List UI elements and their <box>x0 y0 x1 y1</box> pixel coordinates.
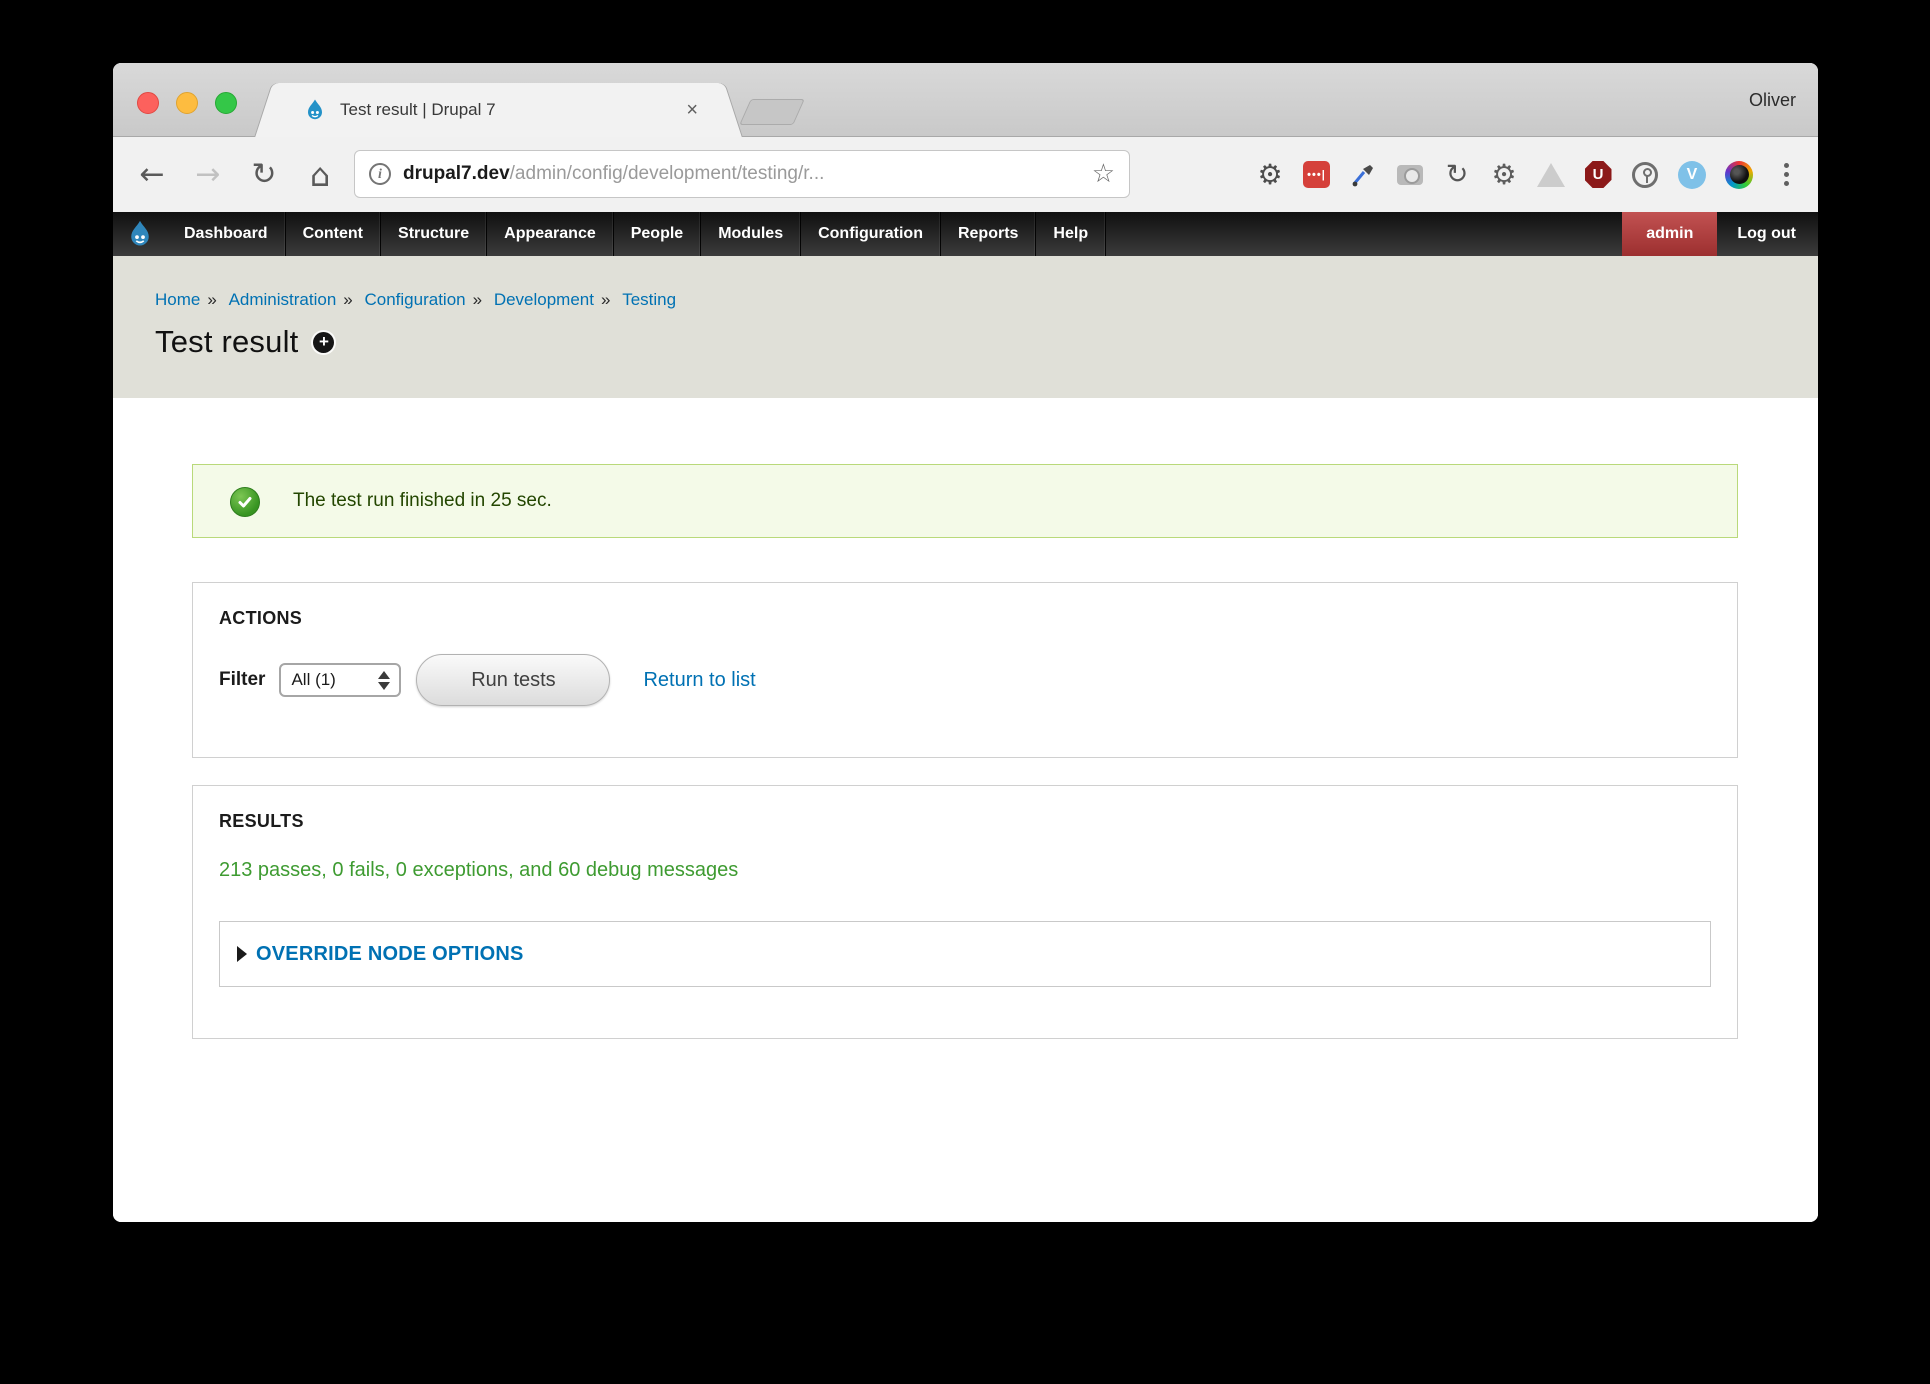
url-text[interactable]: drupal7.dev/admin/config/development/tes… <box>403 163 1080 185</box>
results-legend: RESULTS <box>219 811 1711 832</box>
breadcrumb-link[interactable]: Testing <box>622 290 676 309</box>
admin-menu-item[interactable]: Help <box>1036 212 1106 256</box>
admin-menu-item[interactable]: Dashboard <box>167 212 286 256</box>
reload-icon[interactable]: ↻ <box>247 157 281 192</box>
tab-title: Test result | Drupal 7 <box>340 100 686 120</box>
actions-fieldset: ACTIONS Filter All (1) Run tests Return … <box>192 582 1738 758</box>
ublock-origin-extension-icon[interactable]: U <box>1584 161 1612 189</box>
admin-menu-item[interactable]: Reports <box>941 212 1036 256</box>
admin-menu-item[interactable]: Content <box>286 212 381 256</box>
status-ok-icon <box>230 487 260 517</box>
browser-window: Test result | Drupal 7 × Oliver ← → ↻ ⌂ … <box>113 63 1818 1222</box>
desktop-backdrop: { "browser": { "user_label": "Oliver", "… <box>0 0 1930 1384</box>
breadcrumb-link[interactable]: Home <box>155 290 200 309</box>
toolbar-spacer <box>1106 212 1622 256</box>
test-pass-summary: 213 passes, 0 fails, 0 exceptions, and 6… <box>219 859 1711 882</box>
browser-menu-icon[interactable] <box>1772 161 1800 189</box>
drupal-logo-icon[interactable] <box>113 212 167 256</box>
page-header: Home » Administration » Configuration » Dev… <box>113 256 1818 398</box>
forward-icon: → <box>191 157 225 192</box>
breadcrumb-item: Administration » <box>229 290 360 309</box>
breadcrumb-separator: » <box>207 290 216 309</box>
filter-select[interactable]: All (1) <box>279 663 401 697</box>
zoom-window-button[interactable] <box>215 92 237 114</box>
collapsed-fieldset: OVERRIDE NODE OPTIONS <box>219 921 1711 987</box>
lastpass-extension-icon[interactable]: •••| <box>1303 161 1330 188</box>
account-link[interactable]: admin <box>1622 212 1717 256</box>
filter-label: Filter <box>219 669 265 691</box>
address-bar[interactable]: i drupal7.dev/admin/config/development/t… <box>354 150 1130 198</box>
breadcrumb-separator: » <box>473 290 482 309</box>
color-picker-extension-icon[interactable] <box>1349 161 1377 189</box>
close-tab-icon[interactable]: × <box>686 100 698 120</box>
return-to-list-link[interactable]: Return to list <box>643 669 755 692</box>
browser-profile-name[interactable]: Oliver <box>1749 90 1796 111</box>
breadcrumb-item: Testing» <box>622 290 676 309</box>
url-host: drupal7.dev <box>403 163 510 184</box>
results-fieldset: RESULTS 213 passes, 0 fails, 0 exception… <box>192 785 1738 1039</box>
breadcrumb-separator: » <box>601 290 610 309</box>
admin-menu-item[interactable]: Configuration <box>801 212 941 256</box>
close-window-button[interactable] <box>137 92 159 114</box>
home-icon[interactable]: ⌂ <box>303 156 337 194</box>
admin-menu-item[interactable]: Structure <box>381 212 487 256</box>
actions-legend: ACTIONS <box>219 608 1711 629</box>
tab-sync-extension-icon[interactable]: ↻ <box>1443 161 1471 189</box>
status-message-text: The test run finished in 25 sec. <box>293 490 552 512</box>
override-node-options-link[interactable]: OVERRIDE NODE OPTIONS <box>256 943 524 966</box>
breadcrumb-item: Configuration » <box>364 290 489 309</box>
logout-link[interactable]: Log out <box>1717 212 1818 256</box>
vimium-extension-icon[interactable]: V <box>1678 161 1706 189</box>
bookmark-star-icon[interactable]: ☆ <box>1092 159 1115 189</box>
camera-extension-icon[interactable] <box>1396 161 1424 189</box>
camera-lens-extension-icon[interactable] <box>1725 161 1753 189</box>
add-shortcut-icon[interactable]: + <box>313 332 334 353</box>
drupal-admin-toolbar: DashboardContentStructureAppearancePeopl… <box>113 212 1818 256</box>
new-tab-button[interactable] <box>739 99 805 125</box>
breadcrumb-separator: » <box>343 290 352 309</box>
page-title: Test result <box>155 324 298 360</box>
select-stepper-icon <box>378 671 390 690</box>
page-info-icon[interactable]: i <box>369 163 391 185</box>
settings-gear-icon[interactable]: ⚙ <box>1256 161 1284 189</box>
drupal-favicon-icon <box>303 98 327 122</box>
extension-row: ⚙ •••| ↻ ⚙ U V <box>1256 137 1800 212</box>
filter-select-value: All (1) <box>291 670 335 690</box>
drive-extension-icon[interactable] <box>1537 161 1565 189</box>
browser-toolbar: ← → ↻ ⌂ i drupal7.dev/admin/config/devel… <box>113 137 1818 212</box>
admin-menu-item[interactable]: Modules <box>701 212 801 256</box>
back-icon[interactable]: ← <box>135 157 169 192</box>
run-tests-button[interactable]: Run tests <box>416 654 610 706</box>
breadcrumb-link[interactable]: Configuration <box>364 290 465 309</box>
browser-tab[interactable]: Test result | Drupal 7 × <box>277 83 720 137</box>
tab-strip: Test result | Drupal 7 × Oliver <box>113 63 1818 137</box>
page-content: The test run finished in 25 sec. ACTIONS… <box>113 398 1818 1222</box>
window-controls <box>137 92 237 114</box>
minimize-window-button[interactable] <box>176 92 198 114</box>
breadcrumb-link[interactable]: Development <box>494 290 594 309</box>
status-message: The test run finished in 25 sec. <box>192 464 1738 538</box>
collapsed-arrow-icon <box>237 946 247 962</box>
admin-menu: DashboardContentStructureAppearancePeopl… <box>167 212 1106 256</box>
url-path: /admin/config/development/testing/r... <box>510 163 825 184</box>
admin-menu-item[interactable]: People <box>614 212 701 256</box>
breadcrumb-item: Development » <box>494 290 618 309</box>
breadcrumb: Home » Administration » Configuration » Dev… <box>155 290 1818 310</box>
admin-menu-item[interactable]: Appearance <box>487 212 614 256</box>
breadcrumb-item: Home » <box>155 290 224 309</box>
key-lock-extension-icon[interactable] <box>1631 161 1659 189</box>
dark-gear-extension-icon[interactable]: ⚙ <box>1490 161 1518 189</box>
breadcrumb-link[interactable]: Administration <box>229 290 337 309</box>
